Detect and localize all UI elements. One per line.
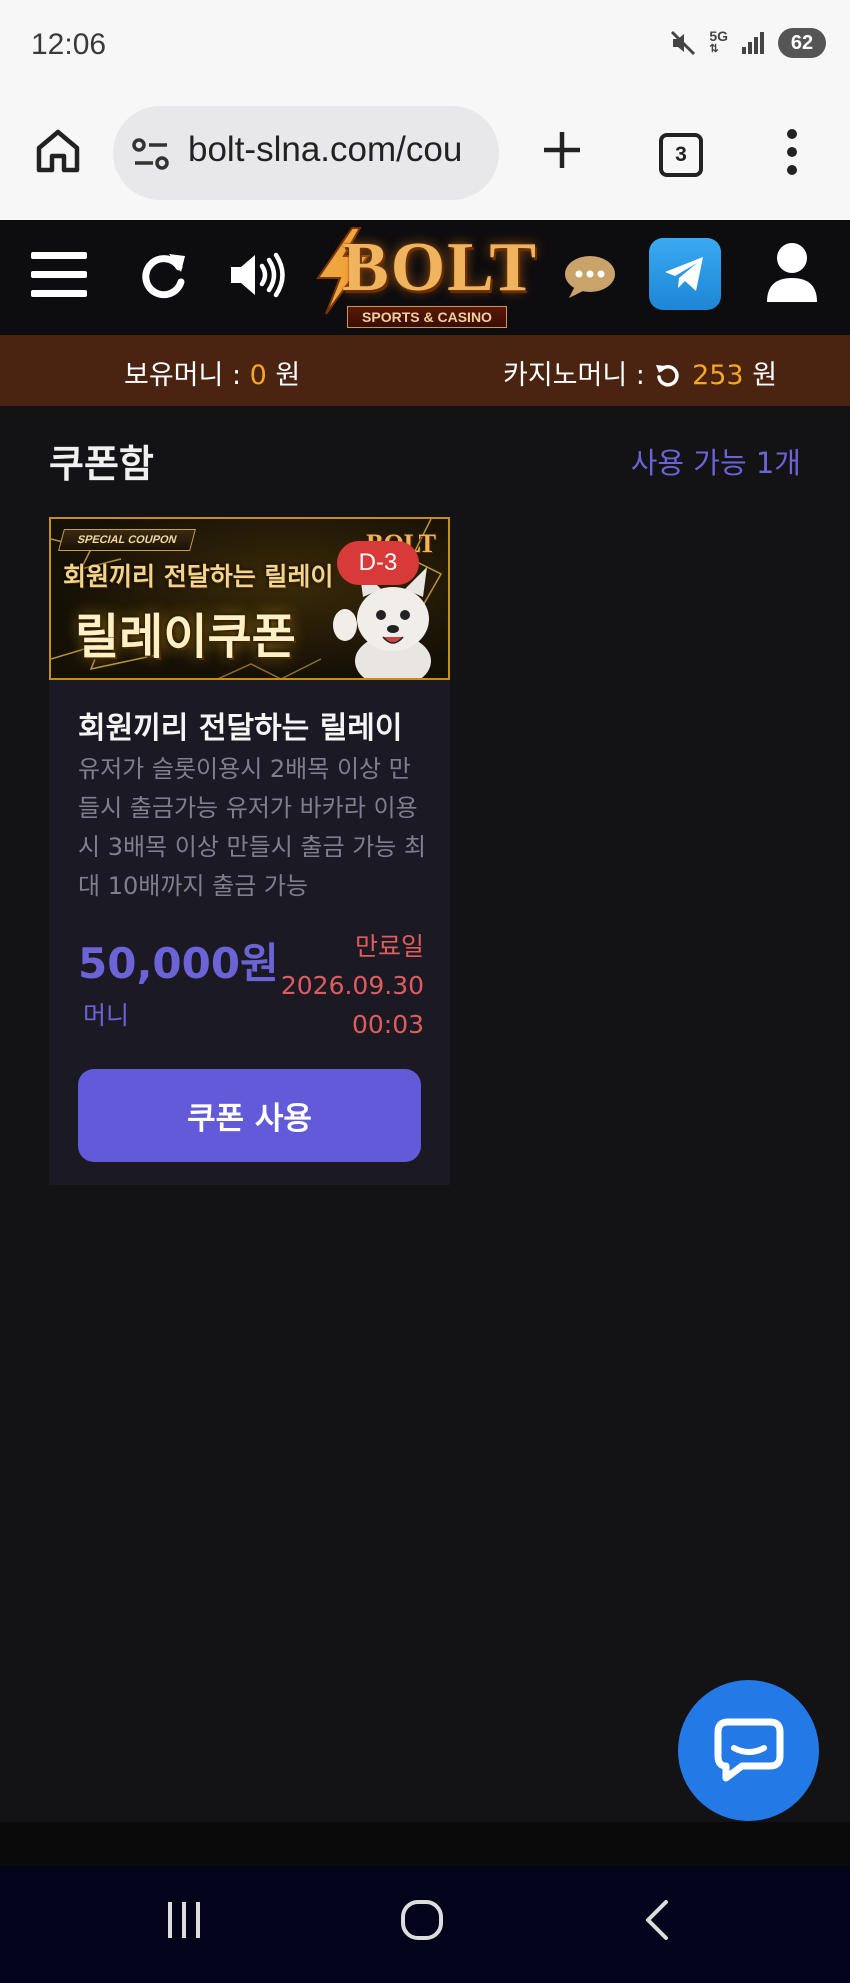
casino-money-value: 253 (692, 360, 744, 391)
status-time: 12:06 (31, 28, 107, 61)
casino-money-unit: 원 (752, 360, 778, 391)
back-icon[interactable] (642, 1898, 672, 1942)
expiry-date: 2026.09.30 (280, 971, 424, 1000)
use-coupon-button[interactable]: 쿠폰 사용 (78, 1069, 421, 1162)
banner-subtitle: 회원끼리 전달하는 릴레이 (63, 562, 334, 591)
casino-refresh-icon[interactable] (655, 362, 681, 388)
sound-icon[interactable] (229, 252, 289, 298)
browser-toolbar: bolt-slna.com/cou 3 (0, 96, 850, 220)
casino-money-label: 카지노머니 : (503, 360, 645, 391)
coupon-amount: 50,000원 (78, 939, 279, 988)
status-icons: 5G ⇅ 62 (669, 28, 826, 58)
new-tab-icon[interactable] (538, 126, 586, 174)
more-menu-icon[interactable] (782, 126, 802, 178)
url-text[interactable]: bolt-slna.com/cou (188, 130, 462, 170)
site-settings-icon[interactable] (131, 136, 171, 172)
holding-money-value: 0 (249, 360, 267, 391)
network-icon: 5G ⇅ (709, 28, 728, 55)
refresh-icon[interactable] (139, 250, 189, 300)
site-header: BOLT SPORTS & CASINO (0, 220, 850, 335)
home-icon[interactable] (33, 126, 83, 176)
recent-apps-icon[interactable] (164, 1898, 204, 1942)
money-bar: 보유머니 : 0 원 카지노머니 : 253 원 (0, 335, 850, 406)
hamburger-menu-icon[interactable] (31, 250, 87, 300)
battery-icon: 62 (778, 28, 826, 58)
coupon-amount-type: 머니 (83, 1001, 130, 1030)
tab-switcher-button[interactable]: 3 (659, 133, 703, 177)
page-footer-strip (0, 1822, 850, 1866)
telegram-button[interactable] (649, 238, 721, 310)
logo-text: BOLT (342, 229, 539, 306)
android-navigation-bar (0, 1866, 850, 1983)
available-count: 사용 가능 1개 (630, 446, 801, 480)
coupon-name: 회원끼리 전달하는 릴레이 (78, 711, 403, 746)
banner-title: 릴레이쿠폰 (75, 609, 296, 665)
coupon-card: SPECIAL COUPON 회원끼리 전달하는 릴레이 릴레이쿠폰 BOLT … (49, 517, 450, 1185)
holding-money-label: 보유머니 : (124, 360, 242, 391)
status-bar: 12:06 5G ⇅ 62 (0, 0, 850, 96)
special-coupon-ribbon: SPECIAL COUPON (58, 529, 196, 551)
expiry-label: 만료일 (354, 932, 424, 961)
home-nav-icon[interactable] (399, 1898, 445, 1942)
casino-money: 카지노머니 : 253 원 (503, 353, 777, 392)
expiry-time: 00:03 (351, 1010, 424, 1039)
coupon-expiry: 만료일 2026.09.30 00:03 (281, 927, 424, 1044)
page-title: 쿠폰함 (49, 442, 154, 486)
holding-money-unit: 원 (275, 360, 301, 391)
user-account-icon[interactable] (765, 242, 819, 304)
signal-icon (742, 32, 764, 54)
mute-icon (671, 30, 696, 56)
d-day-badge: D-3 (337, 541, 419, 585)
logo-subtitle: SPORTS & CASINO (347, 306, 507, 328)
holding-money: 보유머니 : 0 원 (124, 353, 300, 392)
bolt-logo[interactable]: BOLT SPORTS & CASINO (312, 226, 544, 330)
telegram-icon (665, 257, 703, 291)
chat-bubble-icon[interactable] (563, 254, 617, 300)
live-chat-icon (714, 1718, 784, 1782)
coupon-description: 유저가 슬롯이용시 2배목 이상 만들시 출금가능 유저가 바카라 이용시 3배… (78, 755, 427, 900)
address-bar[interactable]: bolt-slna.com/cou (113, 106, 499, 200)
live-chat-button[interactable] (678, 1680, 819, 1821)
